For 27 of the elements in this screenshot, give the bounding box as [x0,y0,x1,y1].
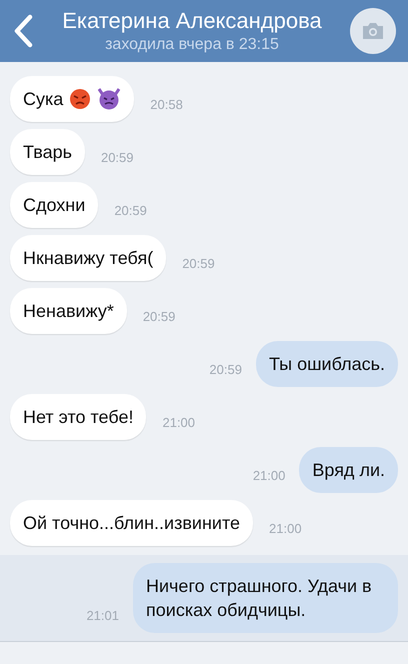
outgoing-message: Ничего страшного. Удачи в поисках обидчицы. [133,563,398,633]
message-time: 21:00 [162,414,196,432]
avatar-placeholder[interactable] [350,8,396,54]
message-time: 20:59 [114,202,147,220]
incoming-message: Тварь [10,129,85,175]
camera-icon [361,22,385,40]
message-time: 20:58 [150,96,183,114]
outgoing-message: Вряд ли. [299,447,398,493]
incoming-message: Нкнавижу тебя( [10,235,166,281]
back-icon[interactable] [12,14,34,48]
last-seen-status: заходила вчера в 23:15 [105,34,279,55]
incoming-message: Ой точно...блин..извините [10,500,254,546]
message-time: 20:59 [182,254,215,272]
contact-name: Екатерина Александрова [62,7,322,35]
message-time: 20:59 [100,148,134,166]
message-time: 21:00 [269,520,302,538]
message-time: 20:59 [142,308,176,326]
message-text: Сука [23,88,64,111]
angry-face-icon [69,88,92,110]
message-time: 20:59 [209,360,242,378]
incoming-message: Сдохни [10,182,98,228]
devil-face-icon [97,88,122,110]
message-time: 21:00 [252,466,286,484]
incoming-message: Нет это тебе! [10,394,146,440]
message-time: 21:01 [86,606,119,624]
incoming-message: Ненавижу* [10,288,127,334]
outgoing-message: Ты ошиблась. [256,341,398,387]
